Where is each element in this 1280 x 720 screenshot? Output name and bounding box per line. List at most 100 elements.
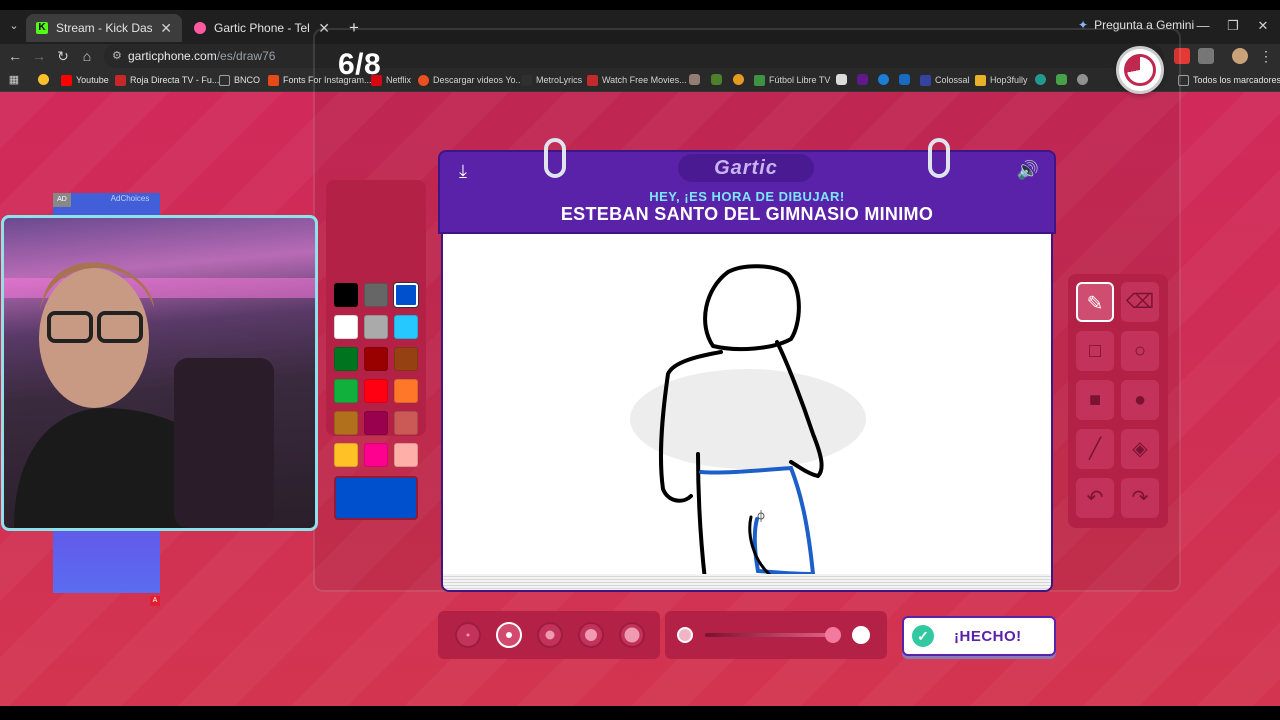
sketch-head — [703, 264, 801, 352]
gartic-favicon-icon — [194, 22, 206, 34]
profile-avatar[interactable] — [1232, 48, 1248, 64]
bookmark-label: Todos los marcadores — [1193, 75, 1280, 85]
reload-icon[interactable]: ↻ — [53, 46, 73, 66]
fonts-icon — [268, 74, 279, 86]
prompt-hint: HEY, ¡ES HORA DE DIBUJAR! — [649, 189, 845, 204]
screen-top-bar — [0, 0, 1280, 10]
current-color-preview — [334, 476, 418, 520]
kick-favicon-icon: K — [36, 22, 48, 34]
roja-directa-icon — [115, 74, 126, 86]
color-swatch[interactable] — [334, 347, 358, 371]
bookmark-bnco[interactable]: BNCO — [219, 72, 260, 88]
sketchbook-ring-right — [928, 138, 950, 178]
prompt-word: ESTEBAN SANTO DEL GIMNASIO MINIMO — [560, 204, 934, 224]
opacity-thumb[interactable] — [825, 627, 841, 643]
bookmark-label: Roja Directa TV - Fu... — [130, 75, 220, 85]
home-icon[interactable]: ⌂ — [77, 46, 97, 66]
extensions-puzzle-icon[interactable] — [1198, 48, 1214, 64]
url-path: /es/draw76 — [216, 49, 276, 63]
tab-search-chevron-icon[interactable]: ⌄ — [5, 16, 23, 36]
all-bookmarks-folder[interactable]: Todos los marcadores — [1178, 72, 1280, 88]
drawing-svg — [630, 264, 866, 580]
color-swatch[interactable] — [334, 379, 358, 403]
sketchbook-pages — [441, 574, 1053, 592]
brush-dot — [466, 633, 470, 637]
redo-icon[interactable]: ↷ — [1121, 478, 1159, 518]
brush-size-option[interactable] — [537, 622, 563, 648]
color-swatch[interactable] — [364, 379, 388, 403]
color-swatch[interactable] — [364, 411, 388, 435]
opacity-high-dot[interactable] — [852, 626, 870, 644]
color-swatch[interactable] — [394, 315, 418, 339]
brush-dot — [585, 629, 597, 641]
rectangle-filled-icon[interactable]: ■ — [1076, 380, 1114, 420]
round-counter: 6/8 — [338, 48, 382, 81]
color-swatch[interactable] — [364, 443, 388, 467]
bookmark-youtube[interactable]: Youtube — [61, 72, 109, 88]
bookmark-roja-directa[interactable]: Roja Directa TV - Fu... — [115, 72, 219, 88]
pencil-icon[interactable]: ✎ — [1076, 282, 1114, 322]
youtube-icon — [61, 74, 72, 86]
restore-icon[interactable]: ❐ — [1218, 16, 1248, 36]
opacity-low-dot[interactable] — [677, 627, 693, 643]
webcam-scene — [4, 262, 315, 528]
color-swatch[interactable] — [334, 411, 358, 435]
color-swatch[interactable] — [334, 443, 358, 467]
close-tab-icon[interactable]: ✕ — [160, 20, 172, 37]
brush-dot — [624, 627, 640, 643]
speaker-volume-icon[interactable]: 🔊 — [1014, 158, 1042, 182]
circle-outline-icon[interactable]: ○ — [1121, 331, 1159, 371]
brush-size-option[interactable] — [578, 622, 604, 648]
eraser-icon[interactable]: ⌫ — [1121, 282, 1159, 322]
opacity-slider[interactable] — [665, 611, 887, 659]
site-info-icon[interactable]: ⚙ — [112, 44, 122, 68]
bookmark-label: Youtube — [76, 75, 109, 85]
color-swatch[interactable] — [334, 283, 358, 307]
back-arrow-icon[interactable]: ← — [5, 46, 25, 66]
drawing-canvas[interactable] — [441, 234, 1053, 580]
circle-filled-icon[interactable]: ● — [1121, 380, 1159, 420]
undo-icon[interactable]: ↶ — [1076, 478, 1114, 518]
line-icon[interactable]: ╱ — [1076, 429, 1114, 469]
screen-bottom-bar — [0, 706, 1280, 720]
color-swatch[interactable] — [394, 443, 418, 467]
brush-size-option[interactable] — [496, 622, 522, 648]
folder-icon — [219, 74, 230, 86]
fill-bucket-icon[interactable]: ◈ — [1121, 429, 1159, 469]
brush-dot — [545, 630, 555, 640]
brush-size-option[interactable] — [619, 622, 645, 648]
color-swatch[interactable] — [394, 347, 418, 371]
rectangle-outline-icon[interactable]: □ — [1076, 331, 1114, 371]
timer-progress — [1124, 54, 1156, 86]
ad-label: AD — [53, 193, 71, 207]
color-swatch[interactable] — [394, 411, 418, 435]
color-swatch[interactable] — [334, 315, 358, 339]
checkmark-icon: ✓ — [912, 625, 934, 647]
timer-clock-icon — [1116, 46, 1164, 94]
color-swatch[interactable] — [364, 283, 388, 307]
color-swatch[interactable] — [394, 379, 418, 403]
brush-cursor — [757, 510, 765, 522]
ad-choices-link[interactable]: AdChoices — [100, 193, 160, 205]
menu-kebab-icon[interactable]: ⋮ — [1256, 46, 1276, 66]
done-button[interactable]: ✓ ¡HECHO! — [902, 616, 1056, 656]
emoji-bookmark-icon[interactable] — [38, 74, 49, 85]
color-swatch[interactable] — [364, 347, 388, 371]
done-label: ¡HECHO! — [954, 627, 1022, 645]
ad-badge: A — [150, 596, 160, 606]
brush-size-option[interactable] — [455, 622, 481, 648]
forward-arrow-icon[interactable]: → — [29, 46, 49, 66]
sketchbook-ring-left — [544, 138, 566, 178]
color-swatch[interactable] — [364, 315, 388, 339]
apps-grid-icon[interactable]: ▦ — [4, 70, 24, 90]
brush-dot — [506, 632, 512, 638]
gartic-logo: Gartic — [678, 154, 814, 182]
close-window-icon[interactable]: ✕ — [1248, 16, 1278, 36]
minimize-icon[interactable]: — — [1188, 16, 1218, 36]
bookmark-label: BNCO — [234, 75, 261, 85]
tab-kick-dashboard[interactable]: K Stream - Kick Dashboard ✕ — [26, 14, 182, 42]
color-swatch[interactable] — [394, 283, 418, 307]
url-host: garticphone.com — [128, 49, 217, 63]
download-icon[interactable]: ⤓ — [452, 160, 474, 182]
opacity-track — [705, 633, 833, 637]
